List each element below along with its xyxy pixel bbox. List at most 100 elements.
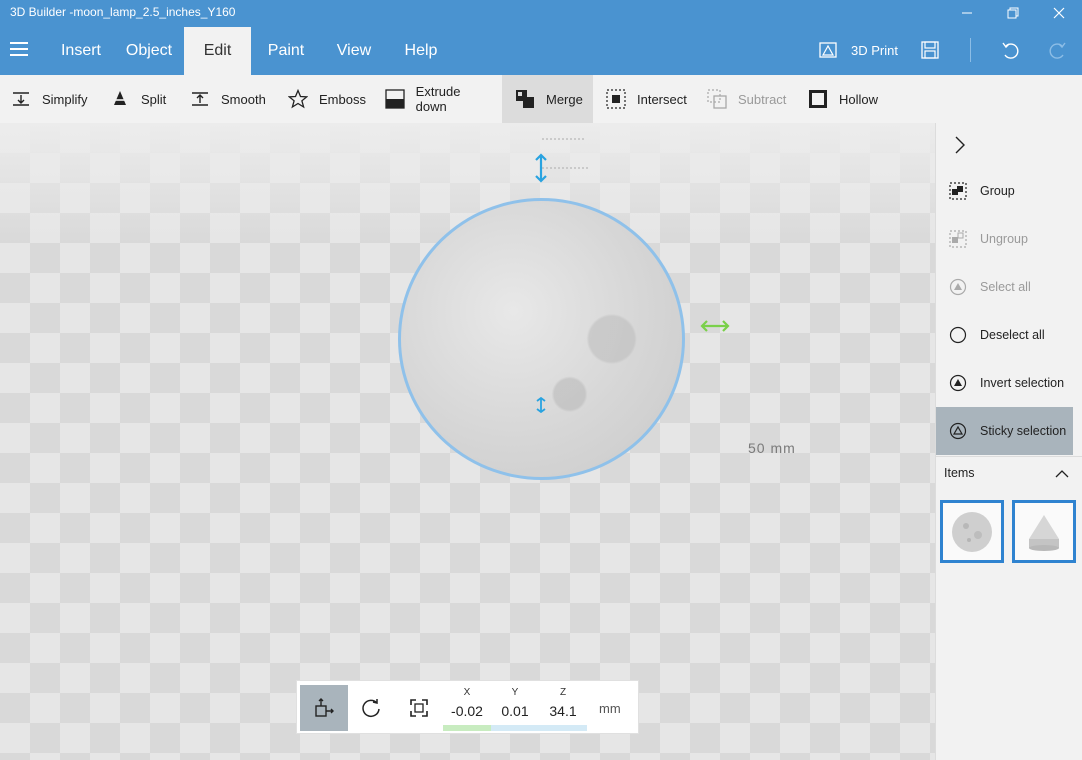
minimize-button[interactable] (944, 0, 990, 25)
item-thumbnail-base[interactable] (1012, 500, 1076, 563)
smooth-button[interactable]: Smooth (189, 75, 273, 123)
tab-help[interactable]: Help (392, 27, 450, 75)
subtract-button[interactable]: Subtract (706, 75, 790, 123)
select-all-icon (948, 277, 968, 297)
group-label: Group (980, 184, 1015, 198)
3d-print-icon (819, 42, 837, 58)
toolbar-divider (970, 38, 971, 62)
extrude-down-icon (384, 88, 406, 110)
extrude-down-button[interactable]: Extrude down (384, 75, 494, 123)
item-thumbnail-moon[interactable] (940, 500, 1004, 563)
minimize-icon (962, 12, 972, 13)
x-label: X (463, 687, 471, 698)
star-icon (287, 88, 309, 110)
x-value: -0.02 (451, 703, 483, 719)
smooth-label: Smooth (221, 91, 266, 107)
chevron-up-icon[interactable] (1054, 467, 1070, 481)
sticky-selection-icon (948, 421, 968, 441)
move-x-handle-icon[interactable] (700, 319, 730, 333)
x-coordinate-field[interactable]: X -0.02 (443, 685, 491, 731)
close-icon (1053, 7, 1065, 18)
deselect-all-icon (948, 325, 968, 345)
base-thumbnail-icon (1029, 514, 1059, 551)
merge-icon (514, 88, 536, 110)
sticky-selection-label: Sticky selection (980, 424, 1067, 438)
split-icon (109, 88, 131, 110)
moon-model[interactable] (398, 198, 685, 480)
extrude-down-label: Extrude down (415, 84, 461, 114)
select-all-button[interactable]: Select all (936, 263, 1073, 311)
print-button[interactable]: 3D Print (818, 25, 898, 75)
selection-panel: Group Ungroup Select all Deselect all In… (935, 123, 1082, 760)
tab-view[interactable]: View (324, 27, 384, 75)
scale-tool-button[interactable] (395, 685, 443, 731)
subtract-icon (706, 88, 728, 110)
scale-icon (410, 699, 428, 717)
menu-icon[interactable] (10, 42, 30, 58)
simplify-label: Simplify (42, 91, 88, 107)
window-title: 3D Builder -moon_lamp_2.5_inches_Y160 (10, 5, 236, 19)
save-button[interactable] (920, 25, 940, 75)
ribbon-tab-bar: Insert Object Edit Paint View Help 3D Pr… (0, 25, 1082, 75)
ungroup-button[interactable]: Ungroup (936, 215, 1073, 263)
group-button[interactable]: Group (936, 167, 1073, 215)
y-label: Y (511, 687, 519, 698)
tab-object[interactable]: Object (116, 27, 182, 75)
deselect-all-label: Deselect all (980, 328, 1045, 342)
y-coordinate-field[interactable]: Y 0.01 (491, 685, 539, 731)
redo-button[interactable] (1048, 25, 1068, 75)
save-icon (921, 41, 939, 59)
simplify-icon (10, 88, 32, 110)
move-icon (315, 698, 334, 717)
chevron-right-icon[interactable] (952, 135, 968, 155)
invert-selection-icon (948, 373, 968, 393)
transform-toolbar: X -0.02 Y 0.01 Z 34.1 mm (296, 680, 639, 734)
move-tool-button[interactable] (300, 685, 348, 731)
merge-button[interactable]: Merge (502, 75, 593, 123)
y-value: 0.01 (501, 703, 529, 719)
emboss-label: Emboss (319, 91, 366, 107)
hollow-icon (807, 88, 829, 110)
tab-edit[interactable]: Edit (184, 27, 251, 75)
emboss-button[interactable]: Emboss (287, 75, 371, 123)
subtract-label: Subtract (738, 91, 787, 107)
z-axis-bar (539, 725, 587, 731)
intersect-icon (605, 88, 627, 110)
merge-label: Merge (546, 91, 583, 107)
scale-label: 50 mm (748, 440, 796, 456)
x-axis-bar (443, 725, 491, 731)
invert-selection-button[interactable]: Invert selection (936, 359, 1073, 407)
move-vertical-handle-icon[interactable] (533, 153, 549, 183)
tab-insert[interactable]: Insert (50, 27, 112, 75)
redo-icon (1049, 42, 1066, 59)
sticky-selection-button[interactable]: Sticky selection (936, 407, 1073, 455)
rotate-tool-button[interactable] (347, 685, 395, 731)
undo-button[interactable] (1000, 25, 1020, 75)
move-z-handle-icon[interactable] (535, 397, 547, 413)
3d-viewport[interactable]: 50 mm X -0.02 Y 0.01 Z 34.1 mm (0, 123, 935, 760)
restore-icon (1007, 7, 1019, 18)
command-bar: Simplify Split Smooth Emboss Extrude dow… (0, 75, 1082, 123)
close-button[interactable] (1036, 0, 1082, 25)
z-coordinate-field[interactable]: Z 34.1 (539, 685, 587, 731)
moon-thumbnail-icon (952, 511, 992, 552)
ungroup-icon (948, 229, 968, 249)
simplify-button[interactable]: Simplify (10, 75, 94, 123)
intersect-button[interactable]: Intersect (605, 75, 689, 123)
hollow-button[interactable]: Hollow (807, 75, 887, 123)
items-heading: Items (944, 466, 975, 480)
restore-button[interactable] (990, 0, 1036, 25)
invert-selection-label: Invert selection (980, 376, 1065, 390)
print-label: 3D Print (851, 42, 898, 58)
ungroup-label: Ungroup (980, 232, 1028, 246)
tab-paint[interactable]: Paint (256, 27, 316, 75)
split-button[interactable]: Split (109, 75, 175, 123)
group-icon (948, 181, 968, 201)
y-axis-bar (491, 725, 539, 731)
undo-icon (1002, 42, 1019, 59)
rotate-icon (362, 699, 380, 718)
smooth-icon (189, 88, 211, 110)
deselect-all-button[interactable]: Deselect all (936, 311, 1073, 359)
intersect-label: Intersect (637, 91, 687, 107)
z-value: 34.1 (549, 703, 577, 719)
